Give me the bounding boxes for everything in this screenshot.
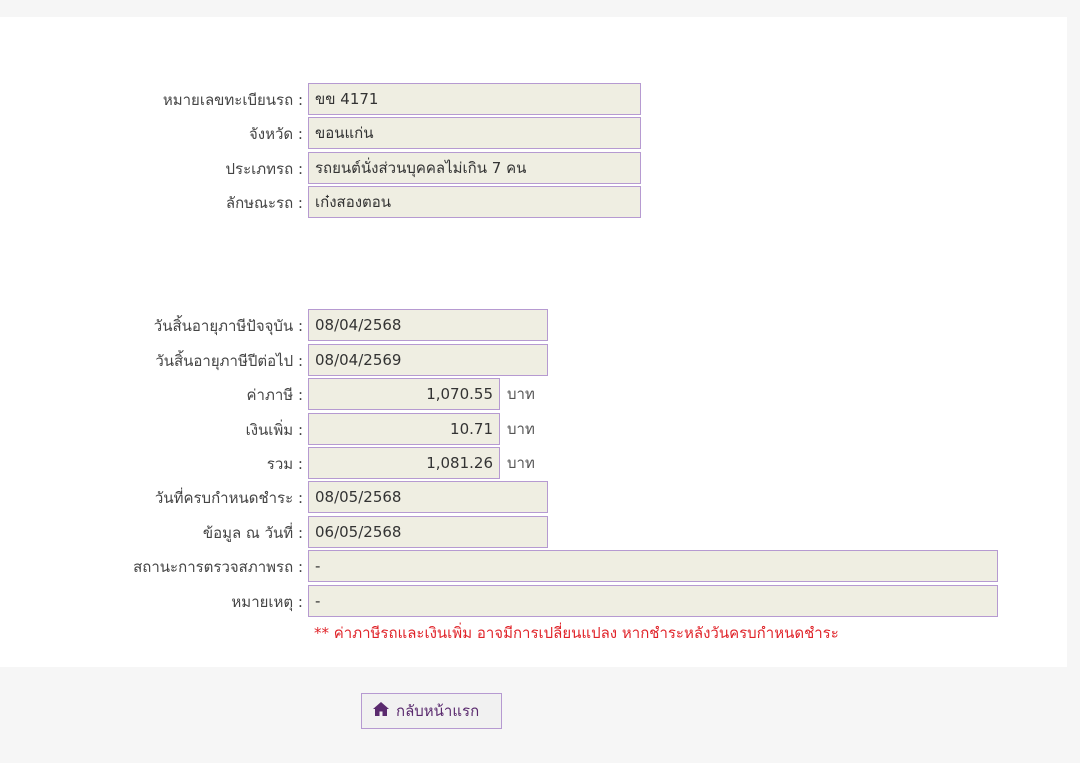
inspection-field: -: [308, 550, 998, 582]
remark-field: -: [308, 585, 998, 617]
surcharge-field: 10.71: [308, 413, 500, 445]
tax-unit: บาท: [507, 385, 535, 403]
home-button-label: กลับหน้าแรก: [396, 702, 480, 720]
home-button[interactable]: กลับหน้าแรก: [361, 693, 502, 729]
total-unit: บาท: [507, 454, 535, 472]
tax-amount-field: 1,070.55: [308, 378, 500, 410]
vehicle-type-label: ประเภทรถ :: [225, 160, 304, 178]
total-label: รวม :: [266, 455, 303, 473]
remark-label: หมายเหตุ :: [231, 593, 303, 611]
vehicle-style-field: เก๋งสองตอน: [308, 186, 641, 218]
current-expiry-label: วันสิ้นอายุภาษีปัจจุบัน :: [153, 317, 303, 335]
plate-label: หมายเลขทะเบียนรถ :: [162, 91, 303, 109]
inspection-label: สถานะการตรวจสภาพรถ :: [133, 558, 303, 576]
current-expiry-field: 08/04/2568: [308, 309, 548, 341]
home-icon: [372, 701, 396, 721]
total-field: 1,081.26: [308, 447, 500, 479]
tax-amount-label: ค่าภาษี :: [246, 386, 303, 404]
tax-change-note: ** ค่าภาษีรถและเงินเพิ่ม อาจมีการเปลี่ยน…: [314, 624, 839, 642]
vehicle-style-label: ลักษณะรถ :: [225, 194, 303, 212]
due-date-field: 08/05/2568: [308, 481, 548, 513]
due-date-label: วันที่ครบกำหนดชำระ :: [154, 489, 303, 507]
data-date-label: ข้อมูล ณ วันที่ :: [202, 524, 303, 542]
next-expiry-label: วันสิ้นอายุภาษีปีต่อไป :: [155, 352, 303, 370]
surcharge-unit: บาท: [507, 420, 535, 438]
next-expiry-field: 08/04/2569: [308, 344, 548, 376]
data-date-field: 06/05/2568: [308, 516, 548, 548]
province-label: จังหวัด :: [249, 125, 303, 143]
surcharge-label: เงินเพิ่ม :: [245, 421, 303, 439]
plate-field: ขข 4171: [308, 83, 641, 115]
province-field: ขอนแก่น: [308, 117, 641, 149]
vehicle-type-field: รถยนต์นั่งส่วนบุคคลไม่เกิน 7 คน: [308, 152, 641, 184]
